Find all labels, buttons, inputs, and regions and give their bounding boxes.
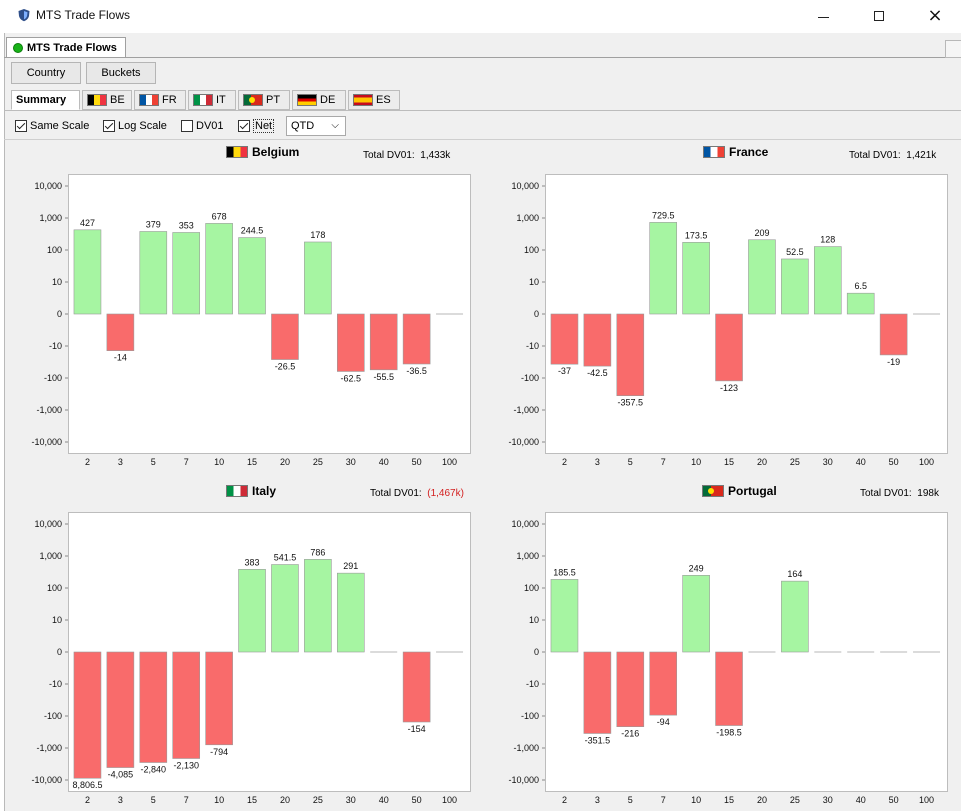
close-button[interactable]: × — [912, 0, 958, 32]
tabs-divider — [4, 110, 961, 111]
france-total-dv01: Total DV01: 1,421k — [849, 150, 936, 161]
minimize-button[interactable] — [800, 0, 846, 32]
status-dot-icon — [13, 43, 23, 53]
minimize-icon — [817, 16, 829, 18]
chevron-down-icon: ⌵ — [331, 120, 339, 131]
belgium-title-text: Belgium — [252, 145, 300, 159]
belgium-plot-area — [68, 174, 471, 454]
tab-pt-label: PT — [266, 94, 281, 106]
portugal-title-text: Portugal — [728, 484, 777, 498]
france-flag-icon — [139, 94, 159, 106]
italy-chart-title: Italy — [226, 484, 276, 498]
same-scale-label: Same Scale — [30, 120, 90, 132]
belgium-flag-icon — [226, 146, 248, 158]
net-checkbox[interactable]: Net — [238, 117, 275, 135]
maximize-button[interactable] — [856, 0, 902, 32]
france-dv01-value: 1,421k — [906, 150, 937, 161]
app-shield-icon — [18, 9, 30, 22]
italy-total-dv01: Total DV01: (1,467k) — [370, 488, 464, 499]
dv01-caption: Total DV01: — [849, 150, 901, 161]
window-title: MTS Trade Flows — [36, 8, 131, 22]
document-tab-label: MTS Trade Flows — [27, 42, 117, 54]
portugal-flag-icon — [243, 94, 263, 106]
net-label: Net — [253, 119, 275, 133]
france-title-text: France — [729, 145, 769, 159]
belgium-flag-icon — [87, 94, 107, 106]
dv01-caption: Total DV01: — [363, 150, 415, 161]
france-flag-icon — [703, 146, 725, 158]
checkbox-checked-icon — [238, 120, 250, 132]
tab-es[interactable]: ES — [348, 90, 400, 110]
tab-it-label: IT — [216, 94, 226, 106]
tab-summary[interactable]: Summary — [11, 90, 80, 110]
italy-flag-icon — [226, 485, 248, 497]
germany-flag-icon — [297, 94, 317, 106]
italy-flag-icon — [193, 94, 213, 106]
dv01-caption: Total DV01: — [860, 488, 912, 499]
tab-be[interactable]: BE — [82, 90, 132, 110]
dv01-caption: Total DV01: — [370, 488, 422, 499]
portugal-chart-title: Portugal — [702, 484, 777, 498]
portugal-dv01-value: 198k — [917, 488, 939, 499]
spain-flag-icon — [353, 94, 373, 106]
tabstrip-divider — [4, 57, 961, 58]
france-chart-title: France — [703, 145, 768, 159]
log-scale-checkbox[interactable]: Log Scale — [103, 117, 167, 135]
maximize-icon — [874, 11, 884, 21]
tab-fr[interactable]: FR — [134, 90, 186, 110]
france-plot-area — [545, 174, 948, 454]
tab-fr-label: FR — [162, 94, 177, 106]
close-icon: × — [927, 5, 943, 26]
italy-title-text: Italy — [252, 484, 277, 498]
document-tab[interactable]: MTS Trade Flows — [6, 37, 126, 58]
dv01-option-label: DV01 — [196, 120, 224, 132]
dv01-checkbox[interactable]: DV01 — [181, 117, 224, 135]
tab-es-label: ES — [376, 94, 391, 106]
belgium-dv01-value: 1,433k — [420, 150, 451, 161]
tab-be-label: BE — [110, 94, 125, 106]
belgium-total-dv01: Total DV01: 1,433k — [363, 150, 450, 161]
period-value: QTD — [291, 120, 315, 132]
checkbox-checked-icon — [103, 120, 115, 132]
tab-it[interactable]: IT — [188, 90, 236, 110]
tab-menu-button[interactable] — [945, 40, 961, 58]
checkbox-unchecked-icon — [181, 120, 193, 132]
tab-pt[interactable]: PT — [238, 90, 290, 110]
italy-dv01-value: (1,467k) — [427, 488, 464, 499]
tab-de-label: DE — [320, 94, 336, 106]
checkbox-checked-icon — [15, 120, 27, 132]
portugal-flag-icon — [702, 485, 724, 497]
period-select[interactable]: QTD ⌵ — [286, 116, 346, 136]
belgium-chart-title: Belgium — [226, 145, 299, 159]
country-button[interactable]: Country — [11, 62, 81, 84]
options-divider — [4, 139, 961, 140]
same-scale-checkbox[interactable]: Same Scale — [15, 117, 89, 135]
tab-de[interactable]: DE — [292, 90, 346, 110]
portugal-plot-area — [545, 512, 948, 792]
window-titlebar: MTS Trade Flows × — [0, 0, 961, 32]
tab-summary-label: Summary — [16, 94, 67, 106]
log-scale-label: Log Scale — [118, 120, 167, 132]
buckets-button[interactable]: Buckets — [86, 62, 156, 84]
portugal-total-dv01: Total DV01: 198k — [860, 488, 939, 499]
italy-plot-area — [68, 512, 471, 792]
